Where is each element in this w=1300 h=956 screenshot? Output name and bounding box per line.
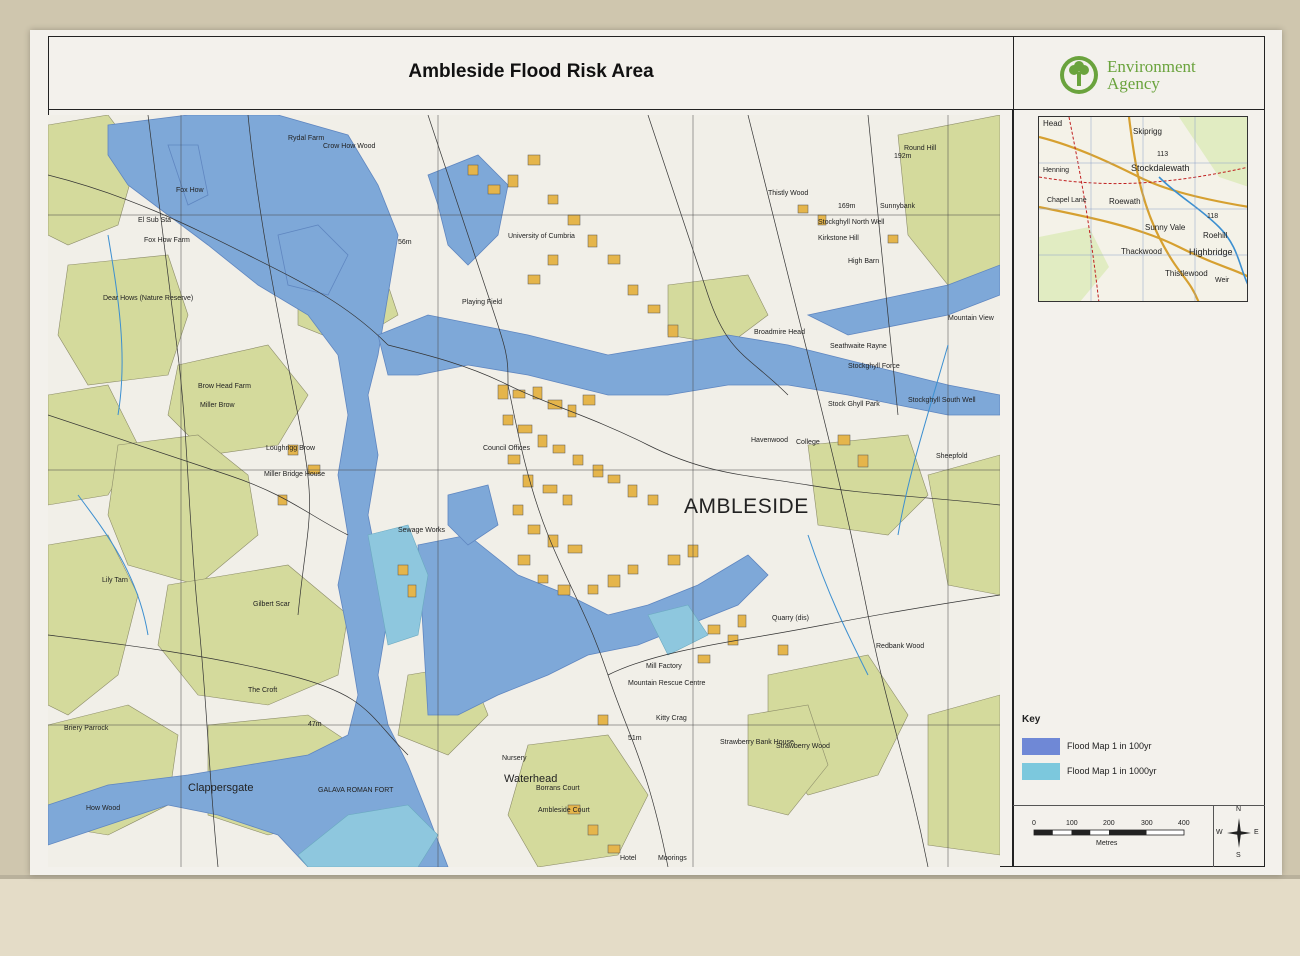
place-label-kirkstone-hill: Kirkstone Hill	[818, 235, 859, 242]
place-label-rydal-farm: Rydal Farm	[288, 135, 325, 142]
scale-panel-divider	[1213, 805, 1214, 867]
inset-label-thackwood: Thackwood	[1121, 247, 1162, 256]
place-label-sunnybank: Sunnybank	[880, 203, 916, 210]
place-label-fox-how-farm: Fox How Farm	[144, 237, 190, 244]
scale-tick-300: 300	[1141, 820, 1153, 827]
inset-label-roehill: Roehill	[1203, 231, 1228, 240]
place-label-stockghyll-south-well: Stockghyll South Well	[908, 397, 976, 404]
height-label-192: 192m	[894, 153, 912, 160]
place-label-broadmire-head: Broadmire Head	[754, 329, 805, 336]
place-label-gilbert-scar: Gilbert Scar	[253, 601, 290, 608]
scale-tick-200: 200	[1103, 820, 1115, 827]
compass-rose-icon	[1227, 818, 1251, 848]
height-label-47: 47m	[308, 721, 322, 728]
inset-label-roewath: Roewath	[1109, 197, 1141, 206]
compass-west: W	[1216, 829, 1223, 836]
legend-label-100yr: Flood Map 1 in 100yr	[1067, 741, 1152, 751]
place-label-mountain-view: Mountain View	[948, 315, 994, 322]
place-label-high-barn: High Barn	[848, 258, 880, 265]
place-label-brow-head-farm: Brow Head Farm	[198, 383, 251, 390]
place-label-quarry: Quarry (dis)	[772, 615, 809, 622]
place-label-sewage-works: Sewage Works	[398, 527, 445, 534]
inset-label-highbridge: Highbridge	[1189, 247, 1233, 257]
inset-drawing	[1039, 117, 1247, 301]
inset-location-map: Head Skiprigg Stockdalewath 113 Henning …	[1038, 116, 1248, 302]
organization-name-line-1: Environment	[1107, 57, 1196, 76]
legend-swatch-1000yr	[1022, 763, 1060, 780]
place-label-moorings: Moorings	[658, 855, 687, 862]
place-label-havenwood: Havenwood	[751, 437, 788, 444]
inset-label-stockdalewath: Stockdalewath	[1131, 163, 1190, 173]
inset-label-sunny-vale: Sunny Vale	[1145, 223, 1186, 232]
compass-east: E	[1254, 829, 1259, 836]
scale-tick-0: 0	[1032, 820, 1036, 827]
place-label-strawberry-wood: Strawberry Wood	[776, 743, 830, 750]
place-label-college: College	[796, 439, 820, 446]
place-label-round-hill: Round Hill	[904, 145, 937, 152]
place-label-clappersgate: Clappersgate	[188, 782, 254, 794]
height-label-51: 51m	[628, 735, 642, 742]
place-label-the-croft: The Croft	[248, 687, 278, 694]
place-label-how-wood: How Wood	[86, 805, 121, 812]
place-label-crow-how-wood: Crow How Wood	[323, 143, 376, 150]
place-label-stockghyll-force: Stockghyll Force	[848, 363, 900, 370]
compass-south: S	[1236, 852, 1241, 859]
organization-name: Environment Agency	[1107, 58, 1196, 92]
inset-label-head: Head	[1043, 119, 1063, 128]
inset-label-113: 113	[1157, 151, 1169, 158]
title-panel: Ambleside Flood Risk Area	[48, 36, 1013, 110]
compass-north: N	[1236, 806, 1242, 813]
inset-label-weir: Weir	[1215, 277, 1230, 284]
scale-tick-100: 100	[1066, 820, 1078, 827]
place-label-miller-brow: Miller Brow	[200, 402, 235, 409]
place-label-sheepfold: Sheepfold	[936, 453, 968, 460]
organization-name-line-2: Agency	[1107, 74, 1160, 93]
place-label-dear-hows: Dear Hows (Nature Reserve)	[103, 295, 194, 302]
environment-agency-logo	[1060, 56, 1098, 94]
town-label-ambleside: AMBLESIDE	[684, 495, 809, 518]
place-label-mill-factory: Mill Factory	[646, 663, 682, 670]
place-label-stockghyll-north-well: Stockghyll North Well	[818, 219, 885, 226]
inset-label-118: 118	[1207, 213, 1219, 220]
height-label-56: 56m	[398, 239, 412, 246]
legend-swatch-100yr	[1022, 738, 1060, 755]
place-label-thistly-wood: Thistly Wood	[768, 190, 809, 197]
place-label-redbank-wood: Redbank Wood	[876, 643, 925, 650]
inset-label-chapel-lane: Chapel Lane	[1047, 197, 1087, 204]
place-label-kitty-crag: Kitty Crag	[656, 715, 687, 722]
main-map: AMBLESIDE Waterhead Clappersgate Rydal F…	[48, 115, 1000, 867]
place-label-fox-how: Fox How	[176, 187, 204, 194]
wall-background	[0, 875, 1300, 956]
inset-label-skiprigg: Skiprigg	[1133, 127, 1162, 136]
place-label-stock-ghyll-park: Stock Ghyll Park	[828, 401, 880, 408]
place-label-el-sub-sta: El Sub Sta	[138, 217, 172, 224]
map-title: Ambleside Flood Risk Area	[408, 61, 654, 82]
legend-label-1000yr: Flood Map 1 in 1000yr	[1067, 766, 1157, 776]
legend-title: Key	[1022, 714, 1041, 725]
place-label-seathwaite-rayne: Seathwaite Rayne	[830, 343, 887, 350]
inset-label-henning: Henning	[1043, 167, 1070, 174]
place-label-miller-bridge-house: Miller Bridge House	[264, 471, 326, 478]
place-label-nursery: Nursery	[502, 755, 527, 762]
place-label-mountain-rescue-centre: Mountain Rescue Centre	[628, 680, 706, 687]
place-label-council-offices: Council Offices	[483, 445, 530, 452]
scale-unit: Metres	[1096, 840, 1118, 847]
place-label-hotel: Hotel	[620, 855, 637, 862]
place-label-galava-roman-fort: GALAVA ROMAN FORT	[318, 787, 394, 794]
place-label-briery-parrock: Briery Parrock	[64, 725, 109, 732]
place-label-lily-tarn: Lily Tarn	[102, 577, 128, 584]
scale-tick-400: 400	[1178, 820, 1190, 827]
place-label-ambleside-court: Ambleside Court	[538, 807, 590, 814]
inset-label-thistlewood: Thistlewood	[1165, 269, 1208, 278]
place-label-playing-field: Playing Field	[462, 299, 503, 306]
place-label-waterhead: Waterhead	[504, 773, 558, 785]
place-label-borrans-court: Borrans Court	[536, 785, 580, 792]
place-label-university-of-cumbria: University of Cumbria	[508, 233, 575, 240]
height-label-169: 169m	[838, 203, 856, 210]
place-label-loughrigg-brow: Loughrigg Brow	[266, 445, 316, 452]
